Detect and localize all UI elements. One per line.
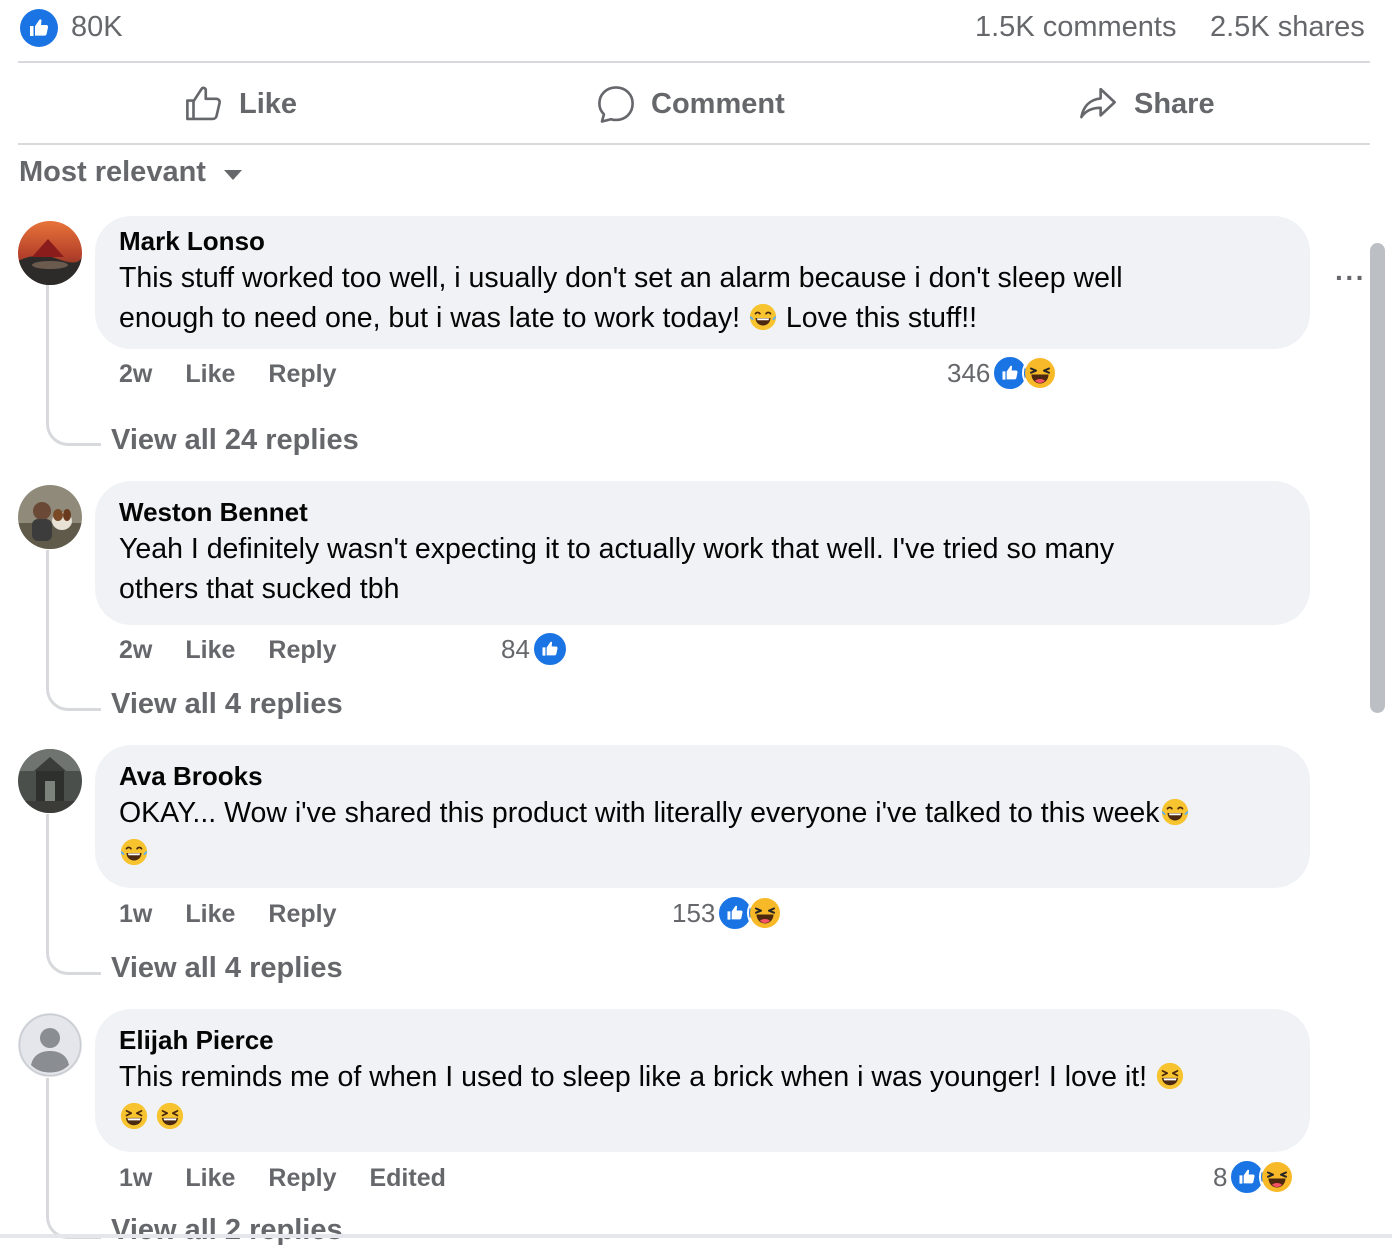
- reaction-count: 346: [947, 357, 991, 388]
- thread-line: [46, 814, 101, 975]
- comment-reply-button[interactable]: Reply: [268, 1164, 336, 1193]
- comment-reactions[interactable]: 153: [672, 895, 784, 931]
- comment-text: Yeah I definitely wasn't expecting it to…: [119, 529, 1286, 609]
- bottom-edge: [0, 1234, 1392, 1238]
- comment-bubble: Weston Bennet Yeah I definitely wasn't e…: [95, 481, 1310, 625]
- laughing-tears-emoji-icon: [119, 837, 149, 867]
- thread-line: [46, 1078, 101, 1239]
- comment-author[interactable]: Elijah Pierce: [119, 1025, 1286, 1055]
- edited-label[interactable]: Edited: [369, 1164, 445, 1193]
- thumbs-up-icon: [186, 86, 221, 121]
- divider: [18, 143, 1370, 145]
- comment-meta: 1w Like Reply: [119, 900, 369, 929]
- comment-icon: [598, 86, 634, 123]
- comment-text-line: Yeah I definitely wasn't expecting it to…: [119, 533, 1115, 565]
- comment-age[interactable]: 2w: [119, 636, 152, 665]
- comment-like-button[interactable]: Like: [185, 1164, 235, 1193]
- share-action-button[interactable]: Share: [1076, 80, 1215, 128]
- avatar[interactable]: [18, 221, 82, 285]
- haha-reaction-icon: [1259, 1159, 1296, 1195]
- laughing-emoji-icon: [119, 1101, 149, 1131]
- avatar[interactable]: [18, 1013, 82, 1077]
- laughing-tears-emoji-icon: [748, 302, 778, 332]
- laughing-tears-emoji-icon: [1160, 797, 1190, 827]
- comment-author[interactable]: Mark Lonso: [119, 226, 1286, 256]
- view-replies-link[interactable]: View all 2 replies: [111, 1214, 343, 1247]
- comment-reply-button[interactable]: Reply: [268, 636, 336, 665]
- laughing-emoji-icon: [155, 1101, 185, 1131]
- comment-reply-button[interactable]: Reply: [268, 360, 336, 389]
- view-replies-link[interactable]: View all 24 replies: [111, 424, 359, 457]
- sort-label: Most relevant: [19, 156, 206, 188]
- view-replies-link[interactable]: View all 4 replies: [111, 688, 343, 721]
- default-user-icon: [18, 1013, 82, 1077]
- comment-reactions[interactable]: 346: [947, 355, 1059, 391]
- comment-text-line: others that sucked tbh: [119, 573, 400, 605]
- haha-reaction-icon: [747, 895, 784, 931]
- avatar[interactable]: [18, 749, 82, 813]
- comment-text: This reminds me of when I used to sleep …: [119, 1057, 1286, 1137]
- comment-action-button[interactable]: Comment: [595, 80, 785, 128]
- reactions-count[interactable]: 80K: [71, 11, 123, 44]
- comment-action-label: Comment: [651, 87, 785, 120]
- haha-reaction-icon: [1022, 355, 1059, 391]
- thread-line: [46, 550, 101, 711]
- comment-meta: 1w Like Reply Edited: [119, 1164, 479, 1193]
- like-action-button[interactable]: Like: [183, 80, 297, 128]
- comment-reactions[interactable]: 8: [1213, 1159, 1296, 1195]
- comment-author[interactable]: Ava Brooks: [119, 761, 1286, 791]
- comment-text-line: This stuff worked too well, i usually do…: [119, 262, 1123, 294]
- comments-count[interactable]: 1.5K comments: [975, 11, 1176, 44]
- comment-age[interactable]: 2w: [119, 360, 152, 389]
- avatar[interactable]: [18, 485, 82, 549]
- divider: [18, 61, 1370, 63]
- comment-meta: 2w Like Reply: [119, 360, 369, 389]
- comment-text-line: OKAY... Wow i've shared this product wit…: [119, 797, 1160, 829]
- comment-text-line: This reminds me of when I used to sleep …: [119, 1061, 1155, 1093]
- reaction-count: 8: [1213, 1161, 1228, 1192]
- reactions-like-icon[interactable]: [20, 9, 58, 47]
- comment-bubble: Ava Brooks OKAY... Wow i've shared this …: [95, 745, 1310, 888]
- reaction-count: 153: [672, 897, 716, 928]
- comment-text-line: enough to need one, but i was late to wo…: [119, 302, 749, 334]
- comment-text: This stuff worked too well, i usually do…: [119, 258, 1286, 338]
- comment-age[interactable]: 1w: [119, 900, 152, 929]
- thread-line: [46, 285, 101, 446]
- shares-count[interactable]: 2.5K shares: [1210, 11, 1365, 44]
- share-icon: [1080, 87, 1116, 119]
- comment-text-line: Love this stuff!!: [778, 302, 978, 334]
- comment-like-button[interactable]: Like: [185, 636, 235, 665]
- comment-reply-button[interactable]: Reply: [268, 900, 336, 929]
- comment-meta: 2w Like Reply: [119, 636, 369, 665]
- share-action-label: Share: [1134, 87, 1215, 120]
- comment-bubble: Elijah Pierce This reminds me of when I …: [95, 1009, 1310, 1152]
- like-action-label: Like: [239, 87, 298, 120]
- chevron-down-icon: [223, 169, 242, 180]
- comment-like-button[interactable]: Like: [185, 360, 235, 389]
- laughing-emoji-icon: [1155, 1061, 1185, 1091]
- comment-like-button[interactable]: Like: [185, 900, 235, 929]
- like-reaction-icon: [531, 631, 568, 667]
- comment-text: OKAY... Wow i've shared this product wit…: [119, 793, 1286, 873]
- comment-bubble: Mark Lonso This stuff worked too well, i…: [95, 216, 1310, 349]
- comment-reactions[interactable]: 84: [501, 631, 568, 667]
- view-replies-link[interactable]: View all 4 replies: [111, 952, 343, 985]
- reaction-count: 84: [501, 633, 530, 664]
- sort-dropdown[interactable]: Most relevant: [19, 156, 242, 189]
- more-options-icon[interactable]: ···: [1335, 262, 1366, 294]
- scrollbar[interactable]: [1370, 243, 1385, 713]
- comment-age[interactable]: 1w: [119, 1164, 152, 1193]
- comment-author[interactable]: Weston Bennet: [119, 497, 1286, 527]
